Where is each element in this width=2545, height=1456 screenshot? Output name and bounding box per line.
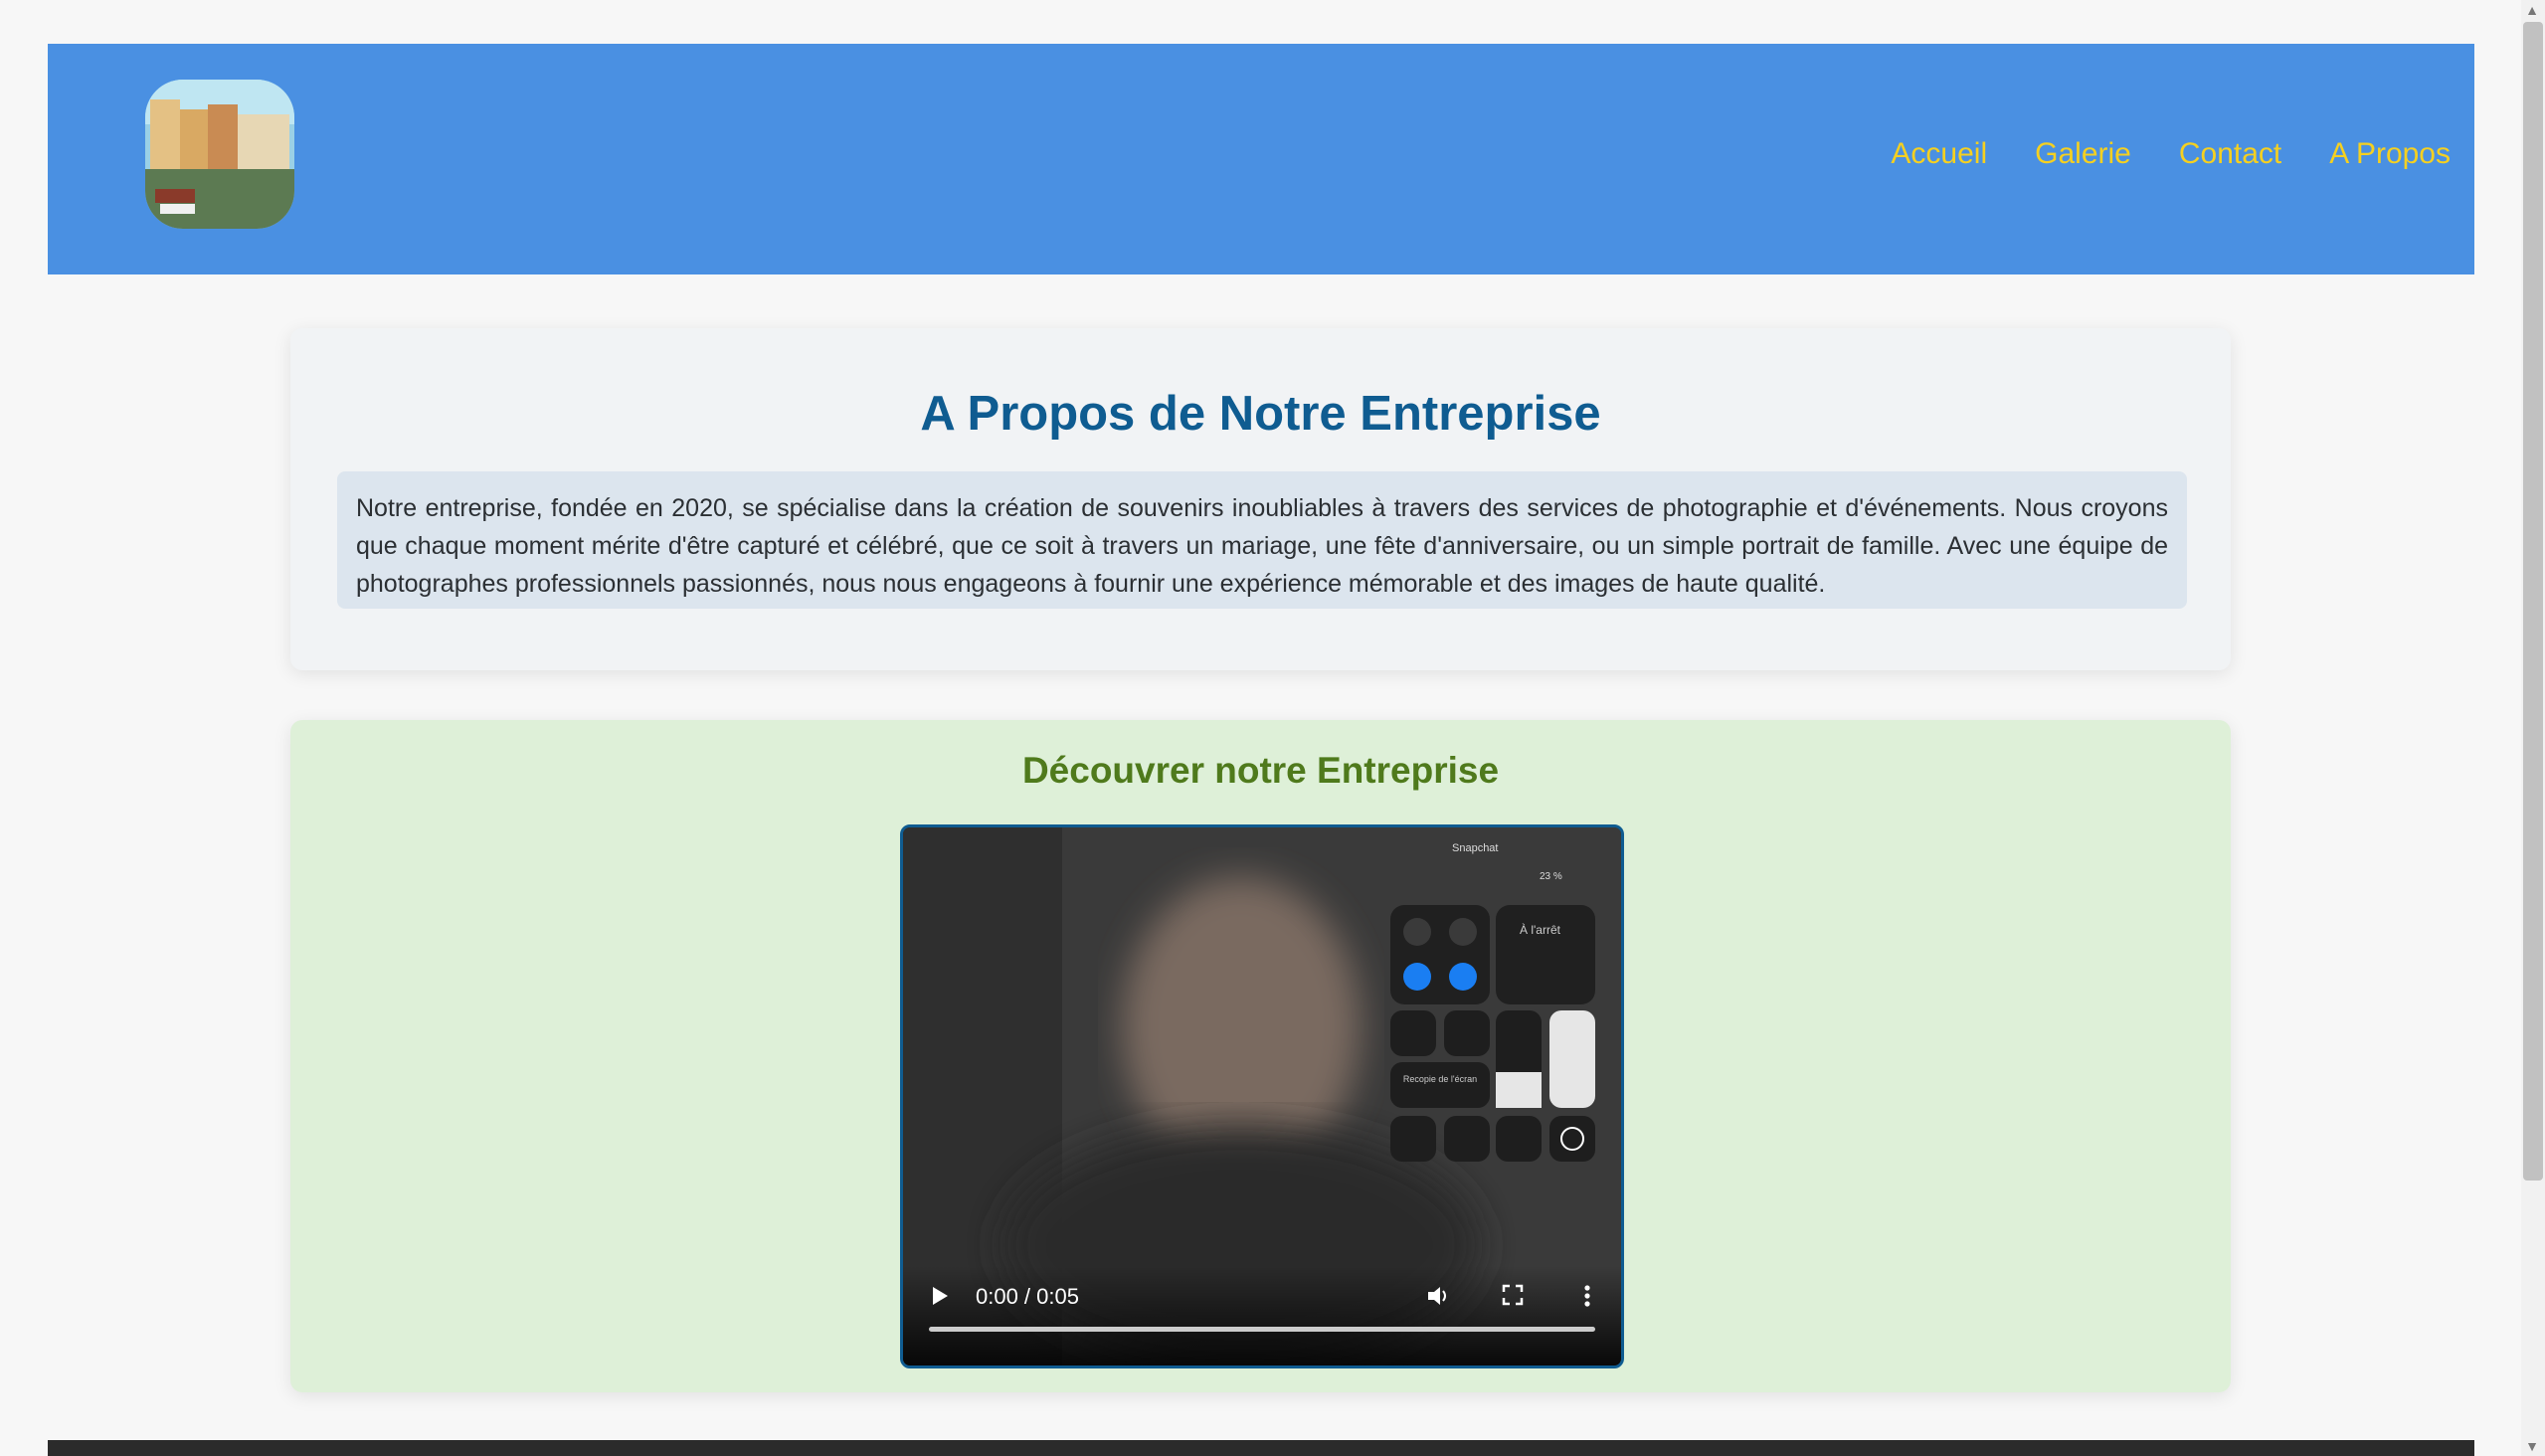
discover-title: Découvrer notre Entreprise (1021, 750, 1500, 791)
video-player[interactable]: Snapchat 23 % À l'arrêt Recopie de l'écr… (900, 824, 1624, 1368)
canal-photo-icon (145, 80, 294, 229)
video-time: 0:00 / 0:05 (976, 1284, 1079, 1309)
about-text: Notre entreprise, fondée en 2020, se spé… (337, 471, 2187, 609)
overlay-screen-mirror: Recopie de l'écran (1402, 1074, 1478, 1084)
overlay-battery: 23 % (1540, 871, 1562, 882)
nav-galerie[interactable]: Galerie (2035, 139, 2131, 169)
fullscreen-icon[interactable] (1502, 1284, 1524, 1306)
about-section: A Propos de Notre Entreprise Notre entre… (290, 328, 2231, 670)
overlay-app: Snapchat (1452, 842, 1499, 854)
nav-contact[interactable]: Contact (2179, 139, 2281, 169)
main-nav: Accueil Galerie Contact A Propos (1891, 139, 2451, 169)
video-controls: 0:00 / 0:05 (903, 1266, 1621, 1365)
discover-section: Découvrer notre Entreprise Snapchat 23 %… (290, 720, 2231, 1392)
volume-icon[interactable] (1426, 1284, 1452, 1308)
about-title: A Propos de Notre Entreprise (920, 387, 1601, 441)
page-scrollbar[interactable]: ▲ ▼ (2521, 0, 2545, 1456)
site-header: Accueil Galerie Contact A Propos (48, 44, 2474, 274)
more-options-icon[interactable] (1583, 1284, 1591, 1308)
logo-image[interactable] (145, 80, 294, 229)
play-icon[interactable] (931, 1286, 949, 1306)
nav-a-propos[interactable]: A Propos (2329, 139, 2451, 169)
nav-accueil[interactable]: Accueil (1891, 139, 1987, 169)
overlay-media-status: À l'arrêt (1520, 923, 1560, 937)
video-progress-bar[interactable] (929, 1327, 1595, 1332)
scroll-up-icon[interactable]: ▲ (2525, 2, 2539, 18)
scrollbar-thumb[interactable] (2523, 22, 2543, 1181)
scroll-down-icon[interactable]: ▼ (2525, 1438, 2539, 1454)
site-footer (48, 1440, 2474, 1456)
